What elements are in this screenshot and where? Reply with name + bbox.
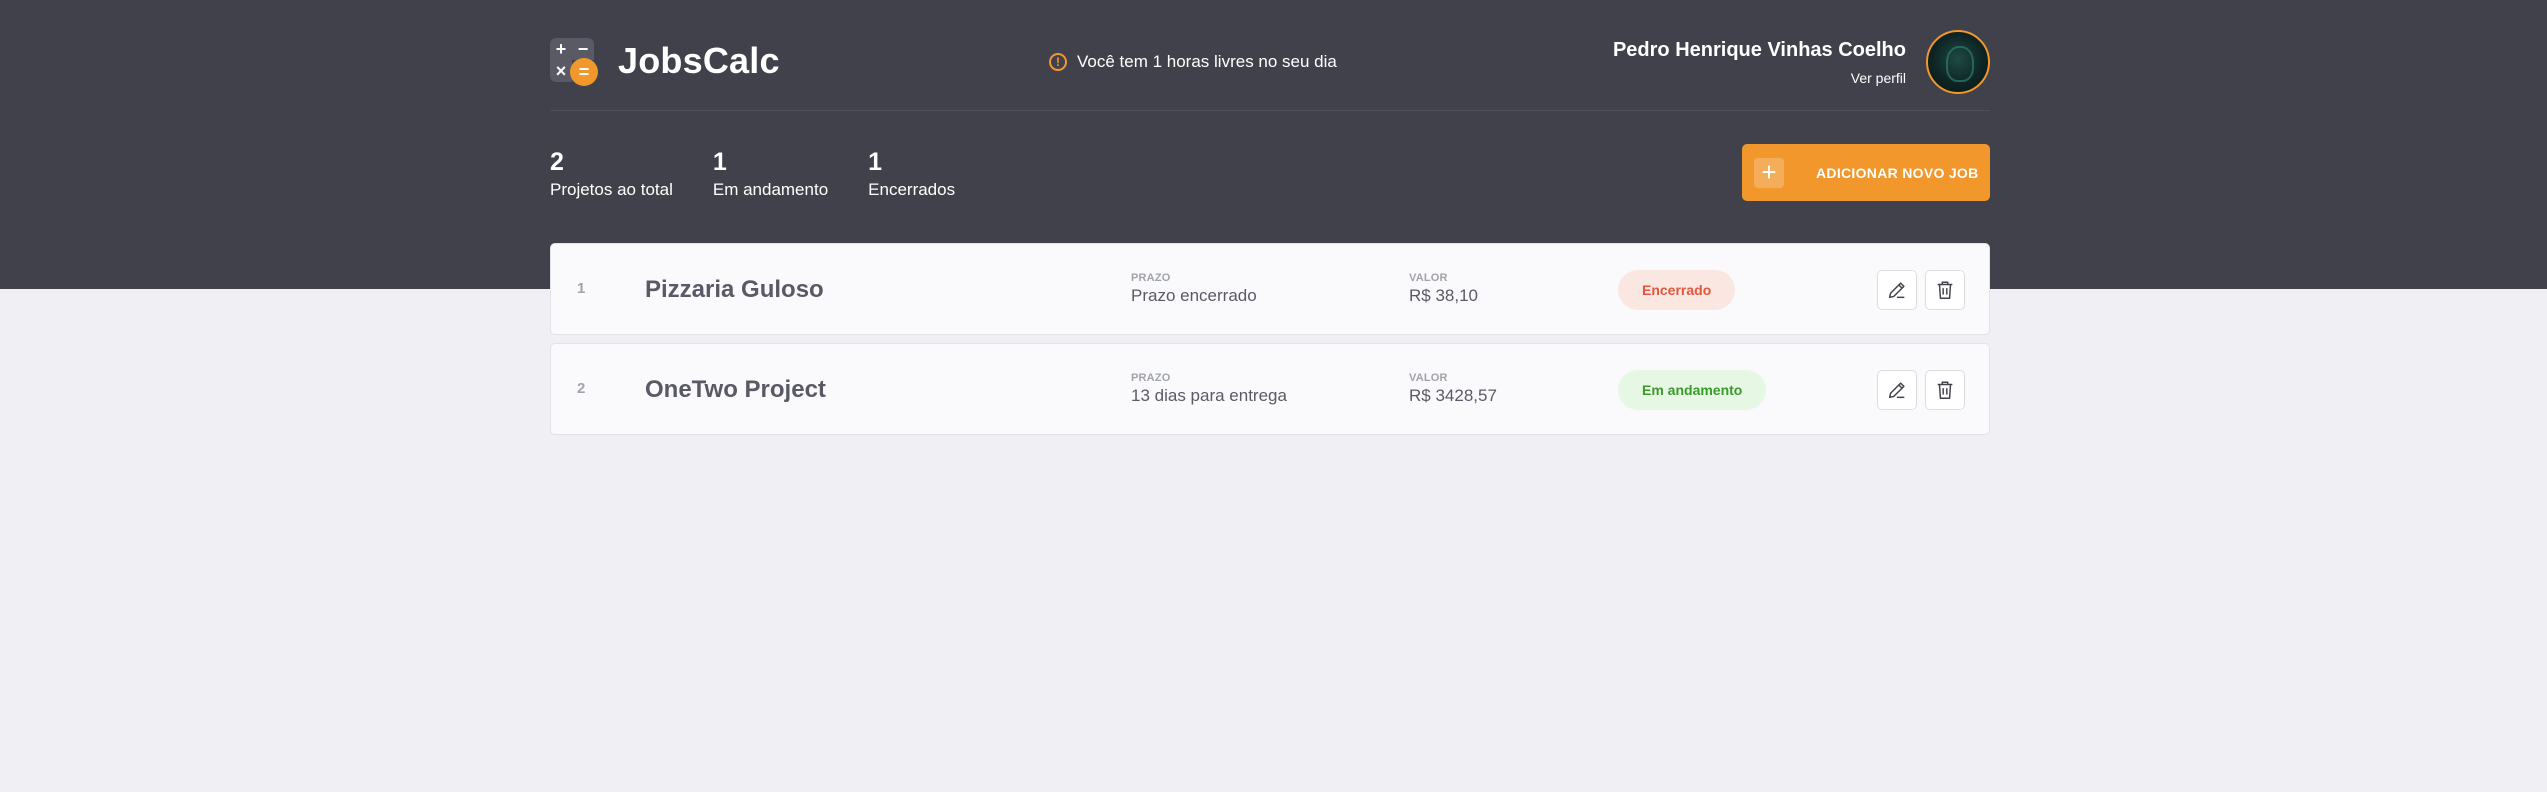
summary-count: 1 xyxy=(712,148,727,176)
edit-job-button[interactable] xyxy=(1877,270,1917,310)
status-badge: Encerrado xyxy=(1618,270,1736,310)
logo-plus-glyph: + xyxy=(550,38,572,60)
deadline-value: Prazo encerrado xyxy=(1131,286,1257,305)
free-hours-text: Você tem 1 horas livres no seu dia xyxy=(1077,52,1337,71)
edit-job-button[interactable] xyxy=(1877,370,1917,410)
avatar[interactable] xyxy=(1926,30,1990,94)
user-profile[interactable]: Pedro Henrique Vinhas Coelho Ver perfil xyxy=(1613,30,1990,94)
summary-label: Projetos ao total xyxy=(550,180,673,199)
summary-closed: 1 Encerrados xyxy=(868,148,955,200)
summary-total: 2 Projetos ao total xyxy=(550,148,673,200)
top-bar: + − × = JobsCalc ! Você tem 1 horas livr… xyxy=(550,0,1990,111)
app-title: JobsCalc xyxy=(618,40,780,81)
deadline-label: PRAZO xyxy=(1131,372,1171,384)
alert-circle-icon: ! xyxy=(1049,53,1067,71)
logo-equals-glyph: = xyxy=(570,58,598,86)
profile-name: Pedro Henrique Vinhas Coelho xyxy=(1612,38,1906,61)
value-label: VALOR xyxy=(1409,272,1448,284)
value-amount: R$ 3428,57 xyxy=(1409,386,1497,405)
job-row[interactable]: 1 Pizzaria Guloso PRAZO Prazo encerrado … xyxy=(550,243,1990,335)
job-actions xyxy=(1877,270,1965,310)
free-hours-notice: ! Você tem 1 horas livres no seu dia xyxy=(1049,52,1337,72)
add-new-job-button[interactable]: + ADICIONAR NOVO JOB xyxy=(1742,144,1990,201)
summary-count: 2 xyxy=(550,148,564,176)
plus-icon: + xyxy=(1754,157,1784,188)
job-list: 1 Pizzaria Guloso PRAZO Prazo encerrado … xyxy=(550,243,1990,443)
profile-text: Pedro Henrique Vinhas Coelho Ver perfil xyxy=(1613,39,1906,86)
value-label: VALOR xyxy=(1409,372,1448,384)
job-name: Pizzaria Guloso xyxy=(645,276,824,303)
trash-icon xyxy=(1937,281,1953,299)
delete-job-button[interactable] xyxy=(1925,270,1965,310)
pencil-icon xyxy=(1888,282,1905,299)
summary-label: Encerrados xyxy=(868,180,956,199)
job-id: 2 xyxy=(577,380,586,397)
job-id: 1 xyxy=(577,280,586,297)
job-name: OneTwo Project xyxy=(645,376,826,403)
summary-label: Em andamento xyxy=(712,180,829,199)
summary-in-progress: 1 Em andamento xyxy=(713,148,828,200)
status-badge: Em andamento xyxy=(1618,370,1767,410)
trash-icon xyxy=(1937,381,1953,399)
job-value: VALOR R$ 38,10 xyxy=(1409,272,1478,306)
pencil-icon xyxy=(1888,382,1905,399)
job-deadline: PRAZO Prazo encerrado xyxy=(1131,272,1257,306)
deadline-value: 13 dias para entrega xyxy=(1131,386,1287,405)
logo-times-glyph: × xyxy=(550,60,572,82)
calculator-logo-icon: + − × = xyxy=(550,38,598,86)
job-actions xyxy=(1877,370,1965,410)
value-amount: R$ 38,10 xyxy=(1409,286,1478,305)
summary-count: 1 xyxy=(868,148,883,176)
add-new-job-label: ADICIONAR NOVO JOB xyxy=(1816,164,1979,181)
view-profile-link[interactable]: Ver perfil xyxy=(1613,70,1906,86)
job-value: VALOR R$ 3428,57 xyxy=(1409,372,1497,406)
deadline-label: PRAZO xyxy=(1131,272,1171,284)
logo-minus-glyph: − xyxy=(572,38,594,60)
job-row[interactable]: 2 OneTwo Project PRAZO 13 dias para entr… xyxy=(550,343,1990,435)
delete-job-button[interactable] xyxy=(1925,370,1965,410)
job-deadline: PRAZO 13 dias para entrega xyxy=(1131,372,1287,406)
projects-summary: 2 Projetos ao total 1 Em andamento 1 Enc… xyxy=(550,148,955,200)
